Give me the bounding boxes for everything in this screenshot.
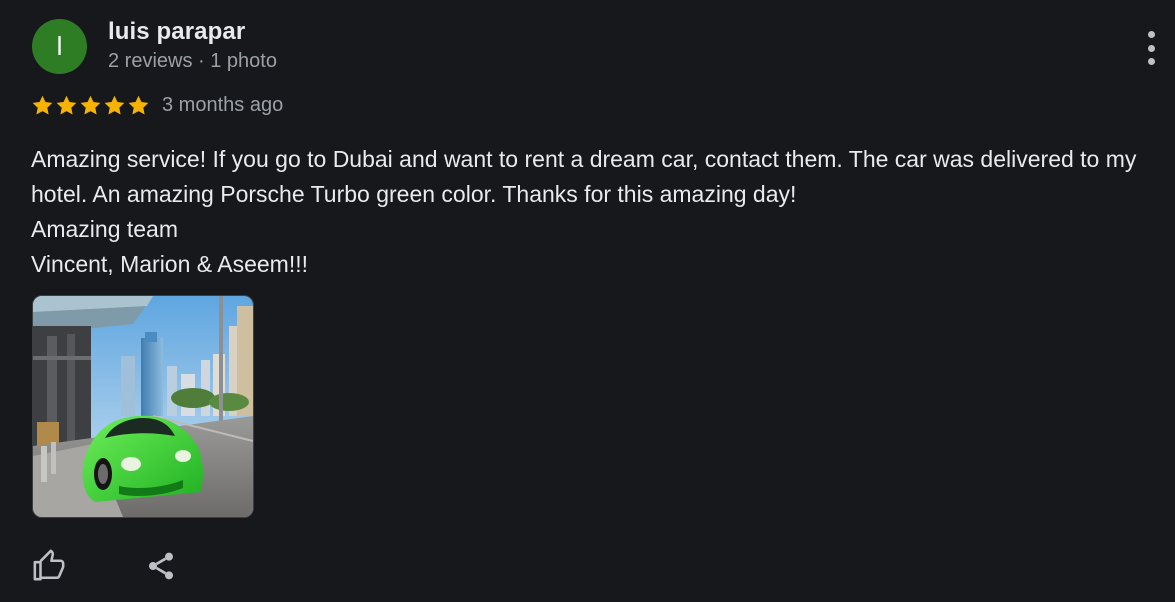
- review-photo[interactable]: [32, 295, 254, 518]
- review-text-line: Amazing team: [31, 216, 179, 242]
- more-vert-icon: [1147, 31, 1155, 38]
- rating-row: 3 months ago: [31, 94, 283, 117]
- star-rating: [31, 94, 150, 117]
- share-icon: [149, 552, 173, 580]
- green-sports-car-photo: [33, 296, 253, 517]
- review-timestamp: 3 months ago: [162, 94, 284, 116]
- review-card: l luis parapar 2 reviews · 1 photo 3 mon…: [0, 0, 1175, 602]
- review-text-line: Amazing service! If you go to Dubai and …: [31, 146, 1137, 207]
- star-icon: [128, 95, 149, 115]
- author-meta[interactable]: 2 reviews · 1 photo: [108, 50, 277, 73]
- review-text-line: Vincent, Marion & Aseem!!!: [31, 251, 308, 277]
- star-icon: [56, 95, 77, 115]
- like-button[interactable]: [32, 548, 66, 587]
- avatar[interactable]: l: [32, 19, 87, 74]
- more-options-button[interactable]: [1138, 31, 1164, 65]
- thumbs-up-icon: [33, 549, 65, 581]
- star-icon: [104, 95, 125, 115]
- review-text: Amazing service! If you go to Dubai and …: [31, 142, 1161, 282]
- share-button[interactable]: [145, 549, 177, 588]
- avatar-initial: l: [56, 31, 63, 61]
- author-name[interactable]: luis parapar: [108, 18, 245, 46]
- star-icon: [32, 95, 53, 115]
- star-icon: [80, 95, 101, 115]
